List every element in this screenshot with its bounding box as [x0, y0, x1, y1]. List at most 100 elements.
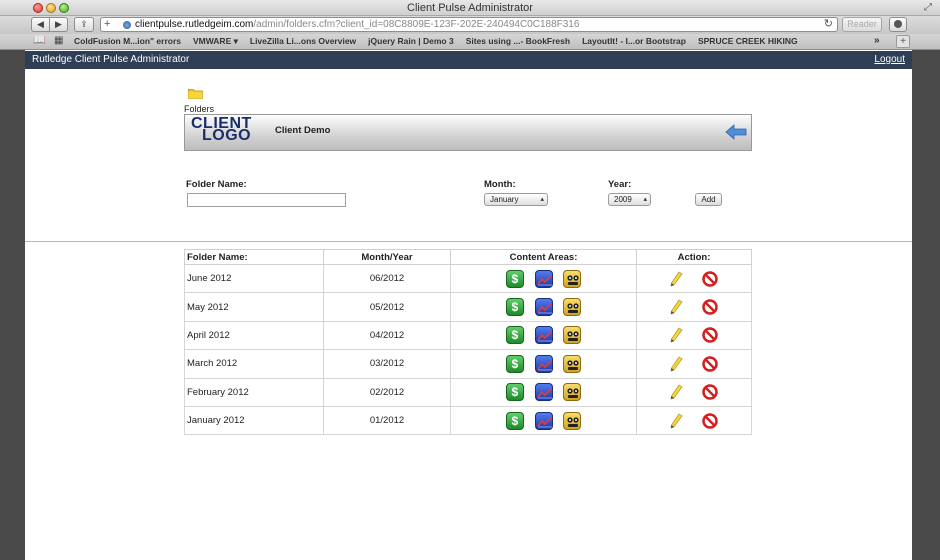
people-icon[interactable]	[563, 326, 582, 345]
bookmark-item[interactable]: LiveZilla Li...ons Overview	[250, 36, 363, 47]
bookmark-item[interactable]: ColdFusion M...ion" errors	[74, 36, 188, 47]
add-button[interactable]: Add	[695, 193, 722, 206]
back-arrow-icon[interactable]	[725, 124, 747, 140]
reader-button[interactable]: Reader	[842, 17, 882, 32]
header-folder-name: Folder Name:	[184, 249, 324, 265]
pencil-icon[interactable]	[670, 356, 684, 372]
bookmark-item[interactable]: LayoutIt! - I...or Bootstrap	[582, 36, 693, 47]
browser-toolbar: ◀ ▶ ⇪ + clientpulse.rutledgeim.com/admin…	[0, 16, 940, 34]
people-icon[interactable]	[563, 411, 582, 430]
people-icon[interactable]	[563, 383, 582, 402]
dollar-icon[interactable]: $	[505, 326, 524, 345]
dollar-icon[interactable]: $	[505, 354, 524, 373]
top-sites-icon[interactable]: ▦	[54, 35, 63, 46]
new-tab-button[interactable]: +	[896, 35, 910, 48]
header-action: Action:	[636, 249, 752, 265]
pencil-icon[interactable]	[670, 271, 684, 287]
client-name: Client Demo	[275, 125, 331, 136]
month-select[interactable]: January ▴	[484, 193, 548, 206]
dollar-icon[interactable]: $	[505, 269, 524, 288]
pencil-icon[interactable]	[670, 384, 684, 400]
fullscreen-icon[interactable]: ⤢	[924, 2, 932, 13]
line-chart-icon[interactable]	[534, 298, 553, 317]
back-button[interactable]: ◀	[31, 17, 50, 32]
folder-name-cell: May 2012	[184, 292, 324, 322]
bookmark-item[interactable]: jQuery Rain | Demo 3	[368, 36, 461, 47]
no-entry-icon[interactable]	[702, 299, 719, 315]
forward-button[interactable]: ▶	[50, 17, 68, 32]
url-host: clientpulse.rutledgeim.com	[135, 19, 254, 30]
no-entry-icon[interactable]	[702, 412, 719, 429]
dollar-icon[interactable]: $	[505, 298, 524, 317]
people-icon[interactable]	[563, 269, 582, 288]
dollar-icon[interactable]: $	[505, 411, 524, 430]
content-areas-cell: $	[450, 349, 637, 379]
content-areas-cell: $	[450, 292, 637, 322]
no-entry-icon[interactable]	[702, 270, 719, 287]
url-text[interactable]: clientpulse.rutledgeim.com/admin/folders…	[135, 19, 579, 31]
table-row: February 2012 02/2012 $	[184, 377, 752, 407]
bookmarks-bar: 📖 ▦ ColdFusion M...ion" errors VMWARE ▾ Li…	[0, 34, 940, 50]
month-select-value: January	[490, 195, 519, 204]
share-button[interactable]: ⇪	[74, 17, 94, 32]
month-year-cell: 02/2012	[323, 377, 451, 407]
content-areas-cell: $	[450, 377, 637, 407]
reload-icon[interactable]: ↻	[824, 18, 833, 31]
no-entry-icon[interactable]	[702, 327, 719, 344]
people-icon[interactable]	[563, 298, 582, 317]
year-select[interactable]: 2009 ▴	[608, 193, 651, 206]
app-title: Rutledge Client Pulse Administrator	[32, 54, 190, 65]
table-row: May 2012 05/2012 $	[184, 292, 752, 322]
logout-link[interactable]: Logout	[874, 54, 905, 65]
window-title: Client Pulse Administrator	[407, 2, 533, 14]
breadcrumb-folders[interactable]: Folders	[184, 104, 214, 114]
line-chart-icon[interactable]	[534, 269, 553, 288]
month-year-cell: 06/2012	[323, 263, 451, 294]
content-areas-cell: $	[450, 405, 637, 436]
url-path: /admin/folders.cfm?client_id=08C8809E-12…	[253, 19, 580, 30]
no-entry-icon[interactable]	[702, 356, 719, 372]
no-entry-icon[interactable]	[702, 384, 719, 400]
add-bookmark-icon[interactable]: +	[104, 18, 110, 31]
folder-name-input[interactable]	[187, 193, 346, 207]
window-titlebar: Client Pulse Administrator ⤢	[0, 0, 940, 16]
table-row: April 2012 04/2012 $	[184, 320, 752, 351]
downloads-button[interactable]	[889, 17, 907, 32]
line-chart-icon[interactable]	[534, 354, 553, 373]
month-year-cell: 05/2012	[323, 292, 451, 322]
action-cell	[636, 263, 752, 294]
app-header: Rutledge Client Pulse Administrator Logo…	[25, 51, 912, 69]
bookmark-item[interactable]: Sites using ...- BookFresh	[466, 36, 577, 47]
select-caret-icon: ▴	[643, 196, 647, 203]
pencil-icon[interactable]	[670, 413, 684, 429]
line-chart-icon[interactable]	[534, 411, 553, 430]
pencil-icon[interactable]	[670, 299, 684, 315]
section-divider	[25, 241, 912, 242]
month-year-cell: 03/2012	[323, 349, 451, 379]
action-cell	[636, 292, 752, 322]
bookmark-item[interactable]: VMWARE ▾	[193, 36, 245, 47]
folder-icon[interactable]	[188, 88, 203, 99]
pencil-icon[interactable]	[670, 327, 684, 343]
more-bookmarks-icon[interactable]: »	[874, 35, 880, 46]
reading-list-icon[interactable]: 📖	[33, 35, 45, 46]
content-areas-cell: $	[450, 263, 637, 294]
table-row: January 2012 01/2012 $	[184, 405, 752, 436]
folders-table: Folder Name: Month/Year Content Areas: A…	[184, 249, 752, 436]
action-cell	[636, 377, 752, 407]
folder-name-cell: February 2012	[184, 377, 324, 407]
client-banner: CLIENT LOGO Client Demo	[184, 114, 752, 151]
action-cell	[636, 320, 752, 351]
select-caret-icon: ▴	[540, 196, 544, 203]
year-select-value: 2009	[614, 195, 632, 204]
people-icon[interactable]	[563, 354, 582, 373]
bookmark-item[interactable]: SPRUCE CREEK HIKING	[698, 36, 805, 47]
table-row: March 2012 03/2012 $	[184, 349, 752, 379]
dollar-icon[interactable]: $	[505, 383, 524, 402]
content-areas-cell: $	[450, 320, 637, 351]
line-chart-icon[interactable]	[534, 383, 553, 402]
table-row: June 2012 06/2012 $	[184, 263, 752, 294]
line-chart-icon[interactable]	[534, 326, 553, 345]
folder-name-cell: June 2012	[184, 263, 324, 294]
address-bar[interactable]: + clientpulse.rutledgeim.com/admin/folde…	[100, 17, 838, 32]
